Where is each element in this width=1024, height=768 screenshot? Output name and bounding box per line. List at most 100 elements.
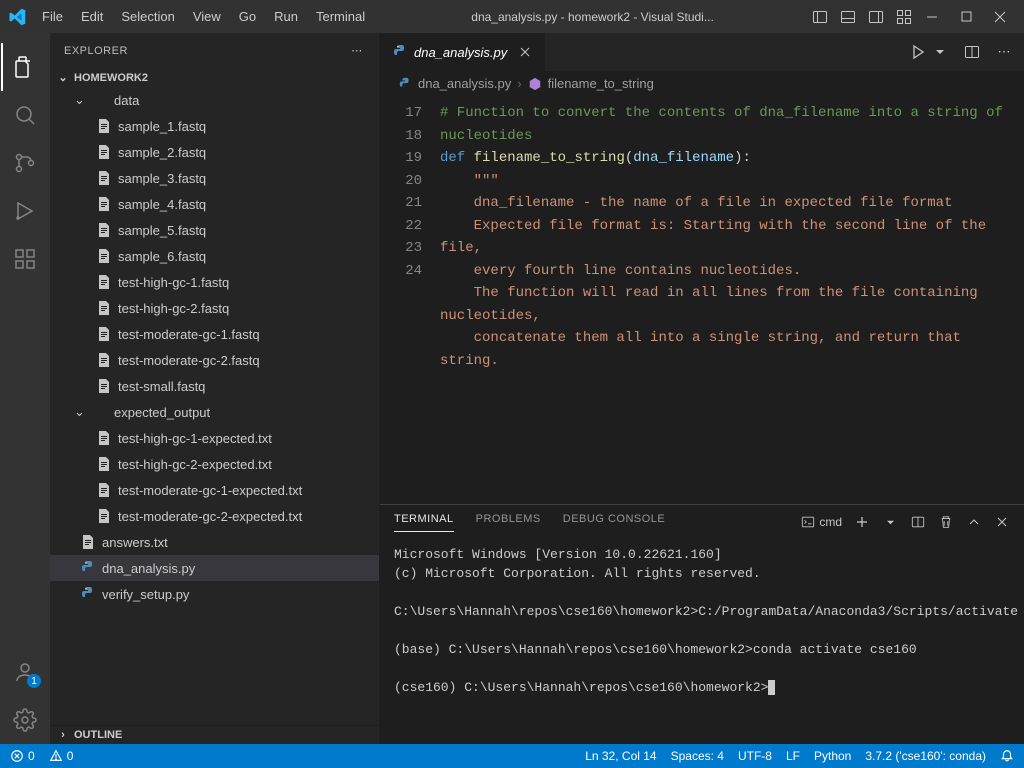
text-file-icon [96, 144, 112, 160]
text-file-icon [96, 170, 112, 186]
code-line[interactable]: The function will read in all lines from… [440, 282, 1024, 327]
close-icon[interactable] [992, 9, 1008, 25]
panel-tab-debug-console[interactable]: DEBUG CONSOLE [563, 513, 665, 531]
activity-search-icon[interactable] [1, 91, 49, 139]
tree-item-label: test-high-gc-1-expected.txt [118, 431, 272, 446]
activity-extensions-icon[interactable] [1, 235, 49, 283]
code-line[interactable]: # Function to convert the contents of dn… [440, 102, 1024, 147]
toggle-panel-bottom-icon[interactable] [840, 9, 856, 25]
file-row[interactable]: test-moderate-gc-1-expected.txt [50, 477, 379, 503]
file-row[interactable]: test-high-gc-2-expected.txt [50, 451, 379, 477]
menu-selection[interactable]: Selection [113, 4, 182, 29]
menu-go[interactable]: Go [231, 4, 264, 29]
toggle-panel-left-icon[interactable] [812, 9, 828, 25]
file-row[interactable]: sample_4.fastq [50, 191, 379, 217]
maximize-panel-icon[interactable] [966, 514, 982, 530]
menu-terminal[interactable]: Terminal [308, 4, 373, 29]
customize-layout-icon[interactable] [896, 9, 912, 25]
close-panel-icon[interactable] [994, 514, 1010, 530]
terminal-content[interactable]: Microsoft Windows [Version 10.0.22621.16… [380, 539, 1024, 744]
terminal-dropdown-icon[interactable] [882, 514, 898, 530]
run-dropdown-icon[interactable] [932, 44, 948, 60]
file-row[interactable]: test-moderate-gc-2.fastq [50, 347, 379, 373]
code-line[interactable]: every fourth line contains nucleotides. [440, 260, 1024, 283]
tab-dna-analysis[interactable]: dna_analysis.py [380, 33, 546, 71]
breadcrumb[interactable]: dna_analysis.py › filename_to_string [380, 71, 1024, 97]
chevron-right-icon: › [56, 729, 70, 741]
activity-settings-icon[interactable] [1, 696, 49, 744]
run-file-icon[interactable] [910, 44, 926, 60]
file-row[interactable]: test-high-gc-1.fastq [50, 269, 379, 295]
folder-row[interactable]: ⌄expected_output [50, 399, 379, 425]
chevron-down-icon: ⌄ [74, 92, 86, 108]
folder-row[interactable]: ⌄ data [50, 87, 379, 113]
activity-explorer-icon[interactable] [1, 43, 49, 91]
file-row[interactable]: test-high-gc-2.fastq [50, 295, 379, 321]
status-warnings[interactable]: 0 [49, 749, 74, 763]
menu-view[interactable]: View [185, 4, 229, 29]
status-eol[interactable]: LF [786, 749, 800, 763]
code-line[interactable]: """ [440, 170, 1024, 193]
file-row[interactable]: test-moderate-gc-1.fastq [50, 321, 379, 347]
code-line[interactable]: Expected file format is: Starting with t… [440, 215, 1024, 260]
status-notifications-icon[interactable] [1000, 749, 1014, 763]
split-editor-icon[interactable] [964, 44, 980, 60]
maximize-icon[interactable] [958, 9, 974, 25]
activity-source-control-icon[interactable] [1, 139, 49, 187]
status-language[interactable]: Python [814, 749, 851, 763]
tree-item-label: sample_2.fastq [118, 145, 206, 160]
file-row[interactable]: test-moderate-gc-2-expected.txt [50, 503, 379, 529]
outline-section[interactable]: › OUTLINE [50, 726, 379, 744]
code-line[interactable]: concatenate them all into a single strin… [440, 327, 1024, 372]
file-row[interactable]: sample_3.fastq [50, 165, 379, 191]
file-row[interactable]: answers.txt [50, 529, 379, 555]
file-row[interactable]: test-high-gc-1-expected.txt [50, 425, 379, 451]
file-row[interactable]: sample_2.fastq [50, 139, 379, 165]
breadcrumb-separator: › [517, 76, 521, 91]
status-python-interpreter[interactable]: 3.7.2 ('cse160': conda) [865, 749, 986, 763]
panel-tab-problems[interactable]: PROBLEMS [476, 513, 541, 531]
tree-item-label: data [114, 93, 139, 108]
file-row[interactable]: sample_5.fastq [50, 217, 379, 243]
panel-tab-terminal[interactable]: TERMINAL [394, 513, 454, 532]
workspace-root[interactable]: ⌄ HOMEWORK2 [50, 68, 379, 87]
file-row[interactable]: verify_setup.py [50, 581, 379, 607]
file-row[interactable]: dna_analysis.py [50, 555, 379, 581]
outline-label: OUTLINE [74, 729, 122, 741]
status-errors[interactable]: 0 [10, 749, 35, 763]
status-encoding[interactable]: UTF-8 [738, 749, 772, 763]
menu-file[interactable]: File [34, 4, 71, 29]
python-file-icon [80, 560, 96, 576]
file-row[interactable]: sample_1.fastq [50, 113, 379, 139]
minimize-icon[interactable] [924, 9, 940, 25]
status-indentation[interactable]: Spaces: 4 [671, 749, 724, 763]
editor-more-icon[interactable]: ⋯ [996, 44, 1012, 60]
tab-close-icon[interactable] [517, 44, 533, 60]
status-cursor-position[interactable]: Ln 32, Col 14 [585, 749, 656, 763]
text-file-icon [96, 118, 112, 134]
new-terminal-icon[interactable] [854, 514, 870, 530]
activity-run-debug-icon[interactable] [1, 187, 49, 235]
text-file-icon [96, 352, 112, 368]
menu-edit[interactable]: Edit [73, 4, 111, 29]
activity-account-icon[interactable]: 1 [1, 648, 49, 696]
line-number: 21 [380, 192, 422, 215]
text-file-icon [96, 430, 112, 446]
code-line[interactable]: def filename_to_string(dna_filename): [440, 147, 1024, 170]
file-row[interactable]: test-small.fastq [50, 373, 379, 399]
window-title: dna_analysis.py - homework2 - Visual Stu… [375, 10, 810, 24]
code-line[interactable]: dna_filename - the name of a file in exp… [440, 192, 1024, 215]
menu-run[interactable]: Run [266, 4, 306, 29]
tree-item-label: test-moderate-gc-2.fastq [118, 353, 260, 368]
breadcrumb-file[interactable]: dna_analysis.py [418, 76, 511, 91]
terminal-shell-selector[interactable]: cmd [801, 515, 842, 529]
code-editor[interactable]: 1718192021222324 # Function to convert t… [380, 97, 1024, 504]
explorer-more-icon[interactable]: ⋯ [349, 43, 365, 59]
code-content[interactable]: # Function to convert the contents of dn… [440, 97, 1024, 504]
toggle-panel-right-icon[interactable] [868, 9, 884, 25]
panel-tabs: TERMINAL PROBLEMS DEBUG CONSOLE cmd [380, 505, 1024, 539]
breadcrumb-symbol[interactable]: filename_to_string [548, 76, 654, 91]
split-terminal-icon[interactable] [910, 514, 926, 530]
file-row[interactable]: sample_6.fastq [50, 243, 379, 269]
kill-terminal-icon[interactable] [938, 514, 954, 530]
